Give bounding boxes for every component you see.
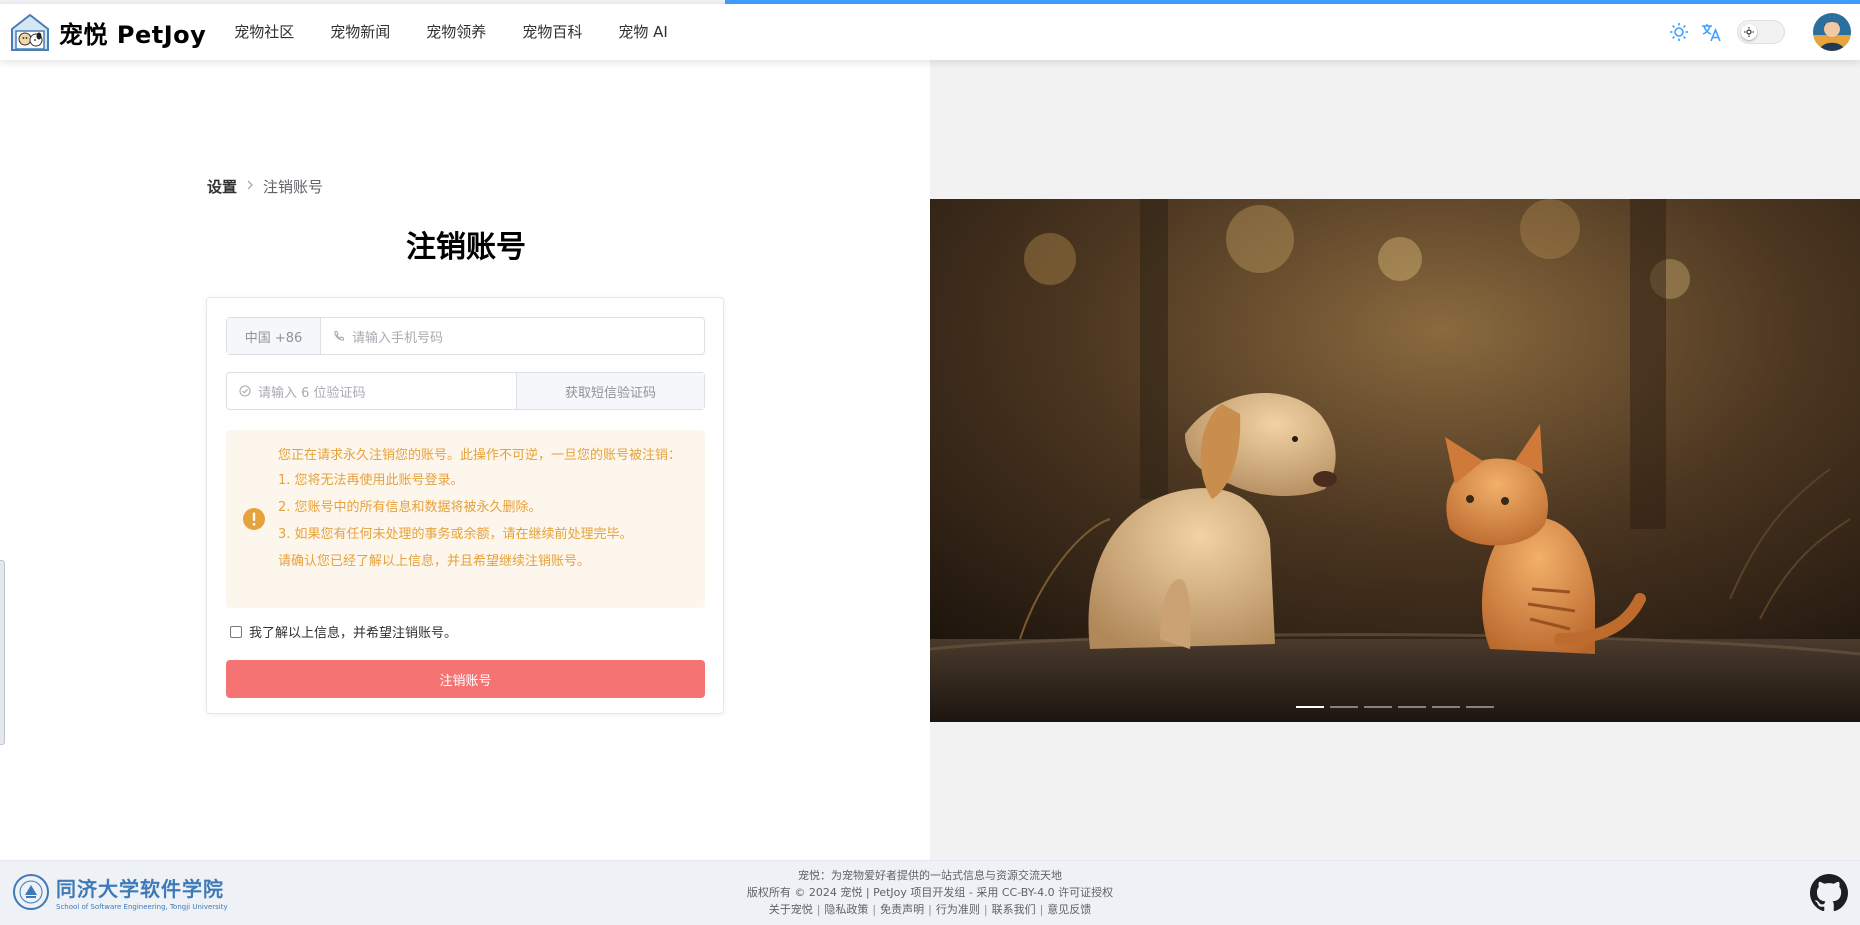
- carousel-indicator[interactable]: [1466, 706, 1494, 708]
- warning-line: 请确认您已经了解以上信息，并且希望继续注销账号。: [278, 554, 591, 569]
- page-footer: 同济大学软件学院 School of Software Engineering,…: [0, 860, 1860, 925]
- carousel-indicator[interactable]: [1364, 706, 1392, 708]
- left-panel: 设置 注销账号 注销账号 中国 +86 请输入手机号码 请输入 6 位验证码 获…: [0, 60, 930, 860]
- code-field: 请输入 6 位验证码 获取短信验证码: [226, 372, 705, 410]
- warning-line: 3. 如果您有任何未处理的事务或余额，请在继续前处理完毕。: [278, 527, 633, 542]
- footer-copyright: 版权所有 © 2024 宠悦 | PetJoy 项目开发组 - 采用 CC-BY…: [746, 886, 1114, 899]
- nav-item-adoption[interactable]: 宠物领养: [408, 4, 504, 60]
- theme-switch-knob: [1741, 24, 1757, 40]
- nav-item-ai[interactable]: 宠物 AI: [600, 4, 685, 60]
- main-nav: 宠物社区 宠物新闻 宠物领养 宠物百科 宠物 AI: [224, 4, 686, 60]
- warning-line: 2. 您账号中的所有信息和数据将被永久删除。: [278, 500, 542, 515]
- phone-placeholder: 请输入手机号码: [352, 330, 444, 346]
- warning-icon: [243, 508, 265, 530]
- agree-checkbox-row[interactable]: 我了解以上信息，并希望注销账号。: [230, 622, 457, 641]
- top-header: 宠悦 PetJoy 宠物社区 宠物新闻 宠物领养 宠物百科 宠物 AI: [0, 4, 1860, 60]
- carousel-indicator[interactable]: [1432, 706, 1460, 708]
- footer-info: 宠悦：为宠物爱好者提供的一站式信息与资源交流天地 版权所有 © 2024 宠悦 …: [0, 867, 1860, 918]
- logo[interactable]: 宠悦 PetJoy: [9, 11, 206, 53]
- sun-icon[interactable]: [1667, 20, 1691, 44]
- footer-link-contact[interactable]: 联系我们: [992, 903, 1036, 916]
- phone-field: 中国 +86 请输入手机号码: [226, 317, 705, 355]
- nav-item-encyclopedia[interactable]: 宠物百科: [504, 4, 600, 60]
- avatar[interactable]: [1813, 13, 1851, 51]
- phone-input[interactable]: 请输入手机号码: [321, 318, 704, 354]
- pet-carousel[interactable]: [930, 199, 1860, 722]
- translate-icon[interactable]: [1699, 20, 1723, 44]
- side-drawer-handle[interactable]: [0, 560, 5, 745]
- page-title: 注销账号: [406, 230, 526, 265]
- carousel-indicator[interactable]: [1296, 706, 1324, 708]
- agree-checkbox[interactable]: [230, 625, 242, 638]
- agree-label: 我了解以上信息，并希望注销账号。: [249, 626, 458, 641]
- footer-links: 关于宠悦 | 隐私政策 | 免责声明 | 行为准则 | 联系我们 | 意见反馈: [768, 903, 1092, 916]
- github-icon[interactable]: [1810, 874, 1848, 912]
- check-circle-icon: [239, 385, 251, 397]
- phone-icon: [333, 330, 345, 342]
- footer-link-about[interactable]: 关于宠悦: [769, 903, 813, 916]
- nav-item-community[interactable]: 宠物社区: [224, 4, 312, 60]
- country-code-select[interactable]: 中国 +86: [227, 318, 321, 354]
- warning-line: 您正在请求永久注销您的账号。此操作不可逆，一旦您的账号被注销：: [278, 448, 682, 463]
- right-panel: [930, 60, 1860, 860]
- theme-switch[interactable]: [1737, 20, 1785, 44]
- warning-alert: 您正在请求永久注销您的账号。此操作不可逆，一旦您的账号被注销： 1. 您将无法再…: [226, 430, 705, 608]
- breadcrumb: 设置 注销账号: [207, 176, 323, 197]
- delete-account-button[interactable]: 注销账号: [226, 660, 705, 698]
- footer-link-conduct[interactable]: 行为准则: [936, 903, 980, 916]
- warning-line: 1. 您将无法再使用此账号登录。: [278, 473, 464, 488]
- carousel-indicator[interactable]: [1330, 706, 1358, 708]
- warning-text: 您正在请求永久注销您的账号。此操作不可逆，一旦您的账号被注销： 1. 您将无法再…: [278, 448, 688, 581]
- sms-code-input[interactable]: 请输入 6 位验证码: [227, 373, 517, 409]
- carousel-indicator[interactable]: [1398, 706, 1426, 708]
- delete-account-form: 中国 +86 请输入手机号码 请输入 6 位验证码 获取短信验证码 您正在请求永…: [206, 297, 724, 714]
- footer-tagline: 宠悦：为宠物爱好者提供的一站式信息与资源交流天地: [798, 869, 1062, 882]
- logo-text: 宠悦 PetJoy: [59, 20, 207, 49]
- header-actions: [1659, 13, 1851, 51]
- carousel-indicators: [930, 706, 1860, 708]
- footer-link-privacy[interactable]: 隐私政策: [824, 903, 868, 916]
- breadcrumb-current: 注销账号: [263, 178, 324, 196]
- footer-link-disclaimer[interactable]: 免责声明: [880, 903, 924, 916]
- nav-item-news[interactable]: 宠物新闻: [312, 4, 408, 60]
- breadcrumb-settings[interactable]: 设置: [207, 176, 237, 197]
- carousel-image-puppy-kitten: [930, 199, 1860, 722]
- footer-link-feedback[interactable]: 意见反馈: [1047, 903, 1091, 916]
- sms-code-placeholder: 请输入 6 位验证码: [258, 385, 366, 401]
- send-sms-code-button[interactable]: 获取短信验证码: [517, 373, 704, 409]
- chevron-right-icon: [246, 179, 254, 194]
- petjoy-logo-icon: [11, 13, 49, 51]
